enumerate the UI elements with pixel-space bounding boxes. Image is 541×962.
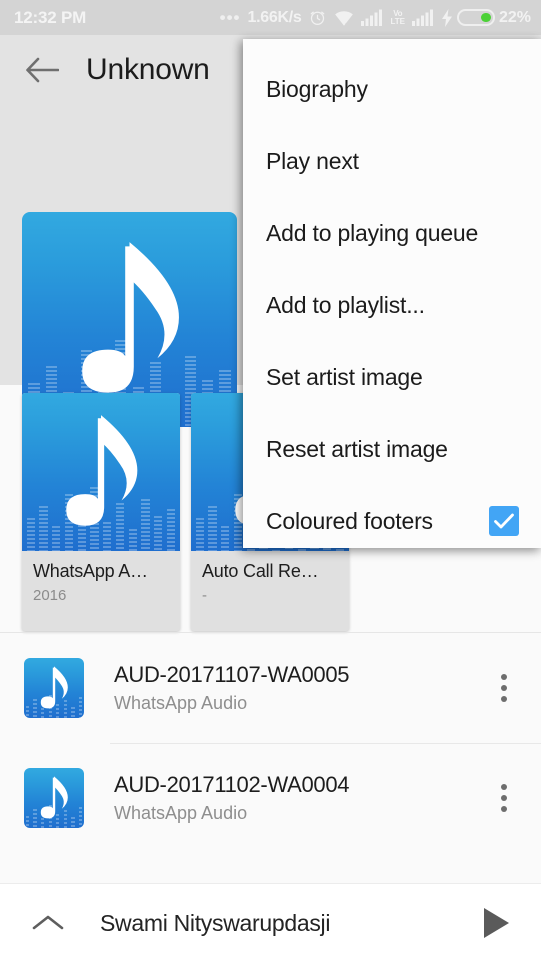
kebab-dot <box>501 696 507 702</box>
menu-item-add-to-playing-queue[interactable]: Add to playing queue <box>243 197 541 269</box>
battery-fill <box>480 13 491 22</box>
song-text: AUD-20171107-WA0005 WhatsApp Audio <box>114 662 481 714</box>
menu-item-play-next[interactable]: Play next <box>243 125 541 197</box>
play-button[interactable] <box>473 900 519 946</box>
menu-item-label: Set artist image <box>266 363 423 390</box>
menu-item-label: Add to playlist... <box>266 291 425 318</box>
mini-player-bar[interactable]: Swami Nityswarupdasji <box>0 883 541 962</box>
song-overflow-button[interactable] <box>481 658 527 718</box>
notification-ellipsis-icon: ••• <box>219 7 241 27</box>
album-title: WhatsApp A… <box>33 561 148 581</box>
album-year: - <box>202 587 207 604</box>
song-overflow-button[interactable] <box>481 768 527 828</box>
album-year: 2016 <box>33 587 67 604</box>
song-title: AUD-20171107-WA0005 <box>114 662 350 687</box>
menu-item-label: Add to playing queue <box>266 219 479 246</box>
back-arrow-icon <box>26 57 59 83</box>
menu-item-add-to-playlist[interactable]: Add to playlist... <box>243 269 541 341</box>
song-list: AUD-20171107-WA0005 WhatsApp Audio AUD-2… <box>0 633 541 853</box>
wifi-icon <box>335 10 354 26</box>
menu-item-label: Coloured footers <box>266 507 433 534</box>
network-speed-label: 1.66K/s <box>247 8 302 26</box>
overflow-popup-menu: Biography Play next Add to playing queue… <box>243 39 541 548</box>
song-text: AUD-20171102-WA0004 WhatsApp Audio <box>114 772 481 824</box>
battery-icon <box>456 9 495 26</box>
album-art <box>22 393 180 551</box>
checkmark-icon <box>494 513 514 529</box>
alarm-clock-icon <box>311 11 325 25</box>
album-card-footer: Auto Call Re… - <box>191 551 349 616</box>
play-icon <box>484 908 509 938</box>
kebab-dot <box>501 806 507 812</box>
menu-item-biography[interactable]: Biography <box>243 53 541 125</box>
song-art <box>24 768 84 828</box>
album-card-footer: WhatsApp A… 2016 <box>22 551 180 616</box>
expand-player-button[interactable] <box>26 912 70 934</box>
page-title: Unknown <box>86 53 210 86</box>
kebab-dot <box>501 685 507 691</box>
status-bar-icons: ••• 1.66K/s Vo LTE 22% <box>220 8 531 27</box>
kebab-dot <box>501 784 507 790</box>
song-list-item[interactable]: AUD-20171107-WA0005 WhatsApp Audio <box>0 633 541 743</box>
album-title: Auto Call Re… <box>202 561 319 581</box>
now-playing-title: Swami Nityswarupdasji <box>100 909 331 936</box>
music-note-icon <box>66 415 138 526</box>
music-note-icon <box>40 776 68 819</box>
coloured-footers-checkbox[interactable] <box>489 506 519 536</box>
song-subtitle: WhatsApp Audio <box>114 803 248 823</box>
status-bar-clock: 12:32 PM <box>14 7 87 27</box>
volte-line-2: LTE <box>390 16 405 26</box>
chevron-up-icon <box>32 915 64 930</box>
menu-item-label: Biography <box>266 75 368 102</box>
menu-item-set-artist-image[interactable]: Set artist image <box>243 341 541 413</box>
kebab-dot <box>501 674 507 680</box>
lightning-bolt-icon <box>441 8 452 27</box>
menu-item-label: Play next <box>266 147 359 174</box>
album-card[interactable]: WhatsApp A… 2016 <box>22 393 180 631</box>
menu-item-reset-artist-image[interactable]: Reset artist image <box>243 413 541 485</box>
song-list-item[interactable]: AUD-20171102-WA0004 WhatsApp Audio <box>0 743 541 853</box>
song-title: AUD-20171102-WA0004 <box>114 772 350 797</box>
back-button[interactable] <box>22 50 62 90</box>
status-bar: 12:32 PM ••• 1.66K/s Vo LTE 22% <box>0 0 541 35</box>
kebab-dot <box>501 795 507 801</box>
song-art <box>24 658 84 718</box>
menu-item-coloured-footers[interactable]: Coloured footers <box>243 485 541 557</box>
menu-item-label: Reset artist image <box>266 435 448 462</box>
battery-percent-label: 22% <box>498 8 531 26</box>
battery-indicator: 22% <box>441 8 531 27</box>
volte-icon: Vo LTE <box>390 9 405 26</box>
music-note-icon <box>40 666 68 709</box>
signal-bars-icon <box>361 9 383 26</box>
signal-bars-icon-2 <box>411 9 433 26</box>
song-subtitle: WhatsApp Audio <box>114 693 248 713</box>
